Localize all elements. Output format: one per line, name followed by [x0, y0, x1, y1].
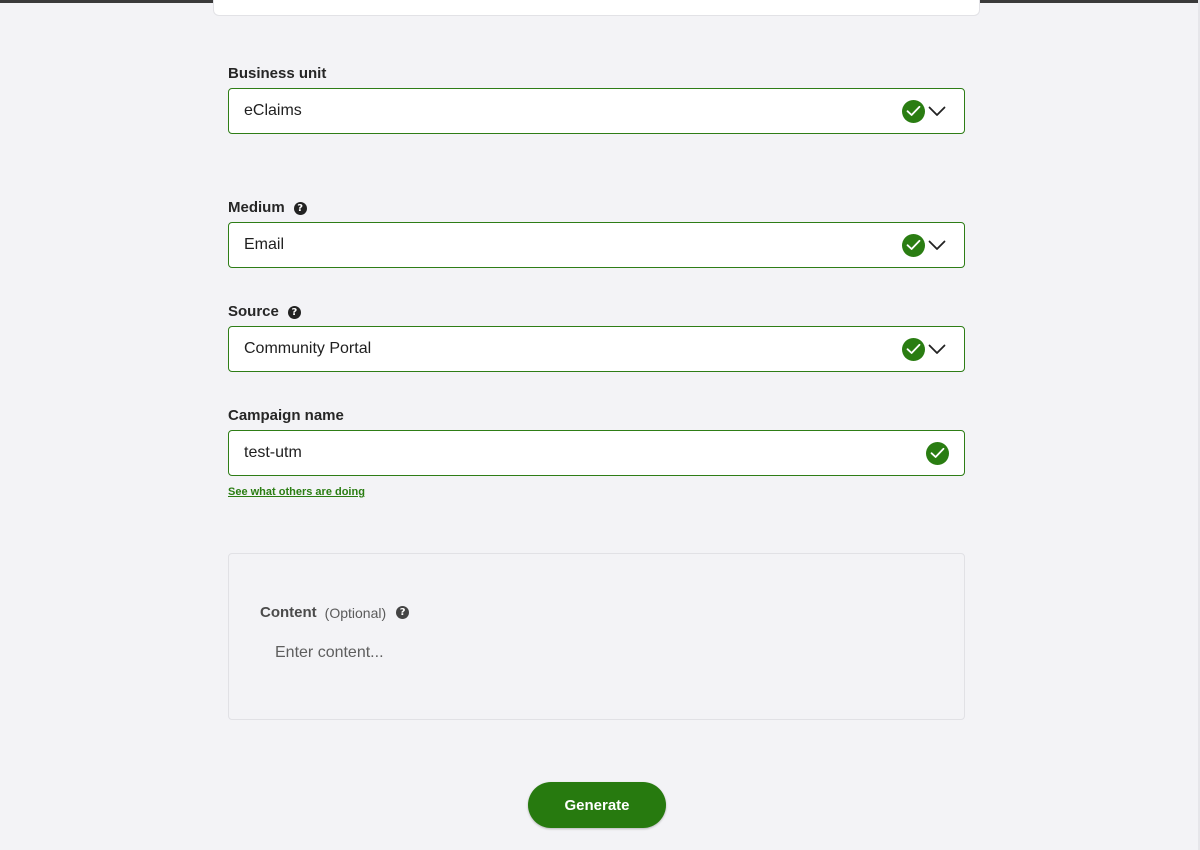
question-circle-icon[interactable]: ? — [287, 305, 301, 319]
chevron-down-icon[interactable] — [927, 101, 947, 121]
content-label: Content (Optional) ? — [260, 604, 410, 621]
chevron-down-icon[interactable] — [927, 339, 947, 359]
content-section: Content (Optional) ? — [228, 553, 965, 720]
campaign-name-label: Campaign name — [228, 407, 344, 425]
source-value: Community Portal — [244, 340, 372, 357]
campaign-name-value: test-utm — [244, 444, 302, 461]
check-circle-icon — [926, 441, 949, 465]
check-circle-icon — [902, 99, 925, 123]
medium-value: Email — [244, 236, 285, 253]
generate-button[interactable]: Generate — [528, 782, 666, 828]
see-others-link[interactable]: See what others are doing — [228, 486, 365, 498]
check-circle-icon — [902, 233, 925, 257]
medium-label: Medium ? — [228, 199, 307, 217]
optional-hint: (Optional) — [324, 604, 387, 621]
medium-label-text: Medium — [228, 199, 285, 216]
source-select[interactable]: Community Portal — [228, 326, 965, 372]
business-unit-label-text: Business unit — [228, 65, 327, 82]
chevron-down-icon[interactable] — [927, 235, 947, 255]
source-label: Source ? — [228, 303, 301, 321]
question-circle-icon[interactable]: ? — [396, 606, 410, 619]
source-label-text: Source — [228, 303, 279, 320]
question-circle-icon[interactable]: ? — [293, 201, 307, 215]
medium-select[interactable]: Email — [228, 222, 965, 268]
previous-card — [213, 0, 980, 16]
campaign-name-input[interactable]: test-utm — [228, 430, 965, 476]
business-unit-select[interactable]: eClaims — [228, 88, 965, 134]
campaign-name-label-text: Campaign name — [228, 407, 344, 424]
business-unit-label: Business unit — [228, 65, 326, 83]
content-label-text: Content — [260, 604, 317, 621]
content-input[interactable] — [275, 642, 915, 664]
business-unit-value: eClaims — [244, 102, 302, 119]
check-circle-icon — [902, 337, 925, 361]
